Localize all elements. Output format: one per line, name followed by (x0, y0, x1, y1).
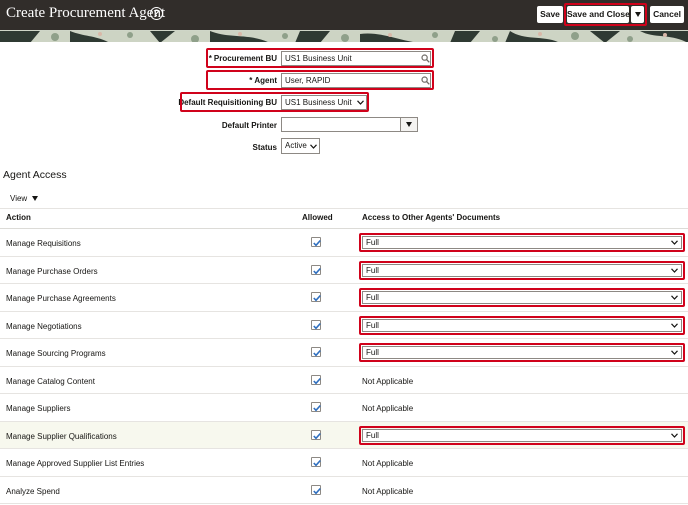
checkmark-icon (313, 322, 321, 329)
view-menu[interactable]: View (10, 194, 39, 203)
access-select-value: Full (366, 348, 379, 357)
action-cell: Manage Purchase Orders (6, 266, 98, 276)
access-value: Not Applicable (362, 404, 414, 413)
chevron-down-icon (671, 295, 678, 300)
table-row: Manage Purchase Orders Full (0, 257, 688, 284)
highlight-default-requisitioning-bu (180, 92, 369, 112)
access-select-value: Full (366, 320, 379, 330)
chevron-down-icon (671, 350, 678, 355)
table-row: Manage Catalog Content Not Applicable (0, 367, 688, 394)
table-row: Manage Supplier Qualifications Full (0, 421, 688, 449)
highlight-agent (206, 70, 434, 90)
chevron-down-icon (310, 144, 317, 149)
access-select-value: Full (366, 238, 379, 247)
checkmark-icon (313, 404, 321, 412)
chevron-down-icon (671, 432, 678, 438)
allowed-checkbox[interactable] (311, 237, 321, 247)
allowed-checkbox[interactable] (311, 292, 321, 302)
access-value: Not Applicable (362, 459, 414, 468)
column-header-allowed: Allowed (302, 213, 333, 222)
default-printer-dropdown-button[interactable] (400, 117, 418, 132)
table-row: Manage Sourcing Programs Full (0, 339, 688, 367)
triangle-down-icon (406, 122, 412, 128)
allowed-checkbox[interactable] (311, 264, 321, 275)
save-button[interactable]: Save (537, 6, 563, 23)
allowed-checkbox[interactable] (311, 319, 321, 330)
chevron-down-icon (671, 240, 678, 245)
action-cell: Manage Sourcing Programs (6, 349, 106, 358)
toolbar-divider (0, 208, 688, 209)
access-select[interactable]: Full (362, 263, 682, 277)
allowed-checkbox[interactable] (311, 347, 321, 357)
status-label: Status (252, 143, 277, 152)
access-select-value: Full (366, 265, 379, 275)
action-cell: Manage Negotiations (6, 321, 82, 331)
checkmark-icon (313, 459, 321, 467)
allowed-checkbox[interactable] (311, 457, 321, 467)
decorative-banner (0, 30, 688, 42)
action-cell: Analyze Spend (6, 486, 60, 496)
access-value: Not Applicable (362, 486, 414, 496)
table-row: Manage Suppliers Not Applicable (0, 394, 688, 422)
checkmark-icon (313, 239, 321, 247)
access-select[interactable]: Full (362, 236, 682, 249)
access-select[interactable]: Full (362, 318, 682, 332)
help-icon[interactable]: ? (150, 7, 163, 20)
table-row: Manage Purchase Agreements Full (0, 284, 688, 312)
table-row: Manage Approved Supplier List Entries Not… (0, 449, 688, 477)
agent-access-section-title: Agent Access (3, 169, 67, 181)
column-header-access: Access to Other Agents' Documents (362, 213, 501, 222)
allowed-checkbox[interactable] (311, 484, 321, 495)
access-select-value: Full (366, 293, 379, 302)
cancel-button[interactable]: Cancel (650, 6, 684, 23)
column-header-action: Action (6, 213, 31, 222)
access-select[interactable]: Full (362, 346, 682, 359)
action-cell: Manage Approved Supplier List Entries (6, 459, 145, 468)
action-cell: Manage Requisitions (6, 239, 81, 248)
table-row: Manage Requisitions Full (0, 229, 688, 257)
checkmark-icon (313, 432, 321, 439)
checkmark-icon (313, 267, 321, 274)
action-cell: Manage Purchase Agreements (6, 294, 116, 303)
action-cell: Manage Suppliers (6, 404, 71, 413)
table-row: Manage Negotiations Full (0, 312, 688, 339)
access-select[interactable]: Full (362, 291, 682, 304)
highlight-save-close (564, 3, 647, 26)
checkmark-icon (313, 294, 321, 302)
allowed-checkbox[interactable] (311, 429, 321, 440)
action-cell: Manage Supplier Qualifications (6, 431, 117, 441)
access-select-value: Full (366, 430, 379, 440)
default-printer-input[interactable] (281, 117, 401, 132)
default-printer-label: Default Printer (221, 121, 277, 130)
triangle-down-icon (32, 196, 39, 202)
page-header: Create Procurement Agent ? Save Save and… (0, 0, 688, 30)
chevron-down-icon (671, 322, 678, 328)
allowed-checkbox[interactable] (311, 374, 321, 385)
chevron-down-icon (671, 267, 678, 273)
checkmark-icon (313, 377, 321, 384)
allowed-checkbox[interactable] (311, 402, 321, 412)
table-row: Analyze Spend Not Applicable (0, 477, 688, 504)
access-select[interactable]: Full (362, 428, 682, 442)
highlight-procurement-bu (206, 48, 434, 68)
page-title: Create Procurement Agent (6, 5, 166, 21)
action-cell: Manage Catalog Content (6, 376, 95, 386)
checkmark-icon (313, 349, 321, 357)
access-value: Not Applicable (362, 376, 414, 386)
checkmark-icon (313, 487, 321, 494)
